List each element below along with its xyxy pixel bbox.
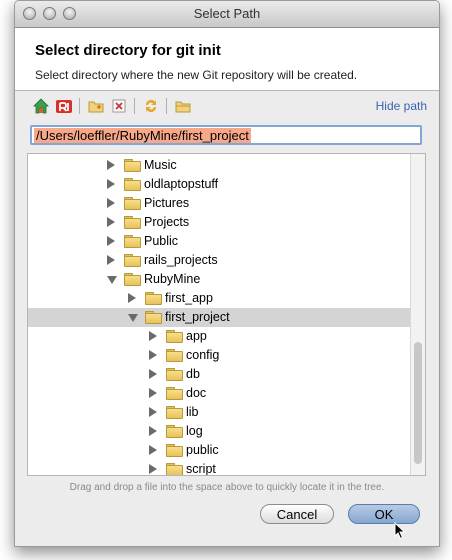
tree-row[interactable]: oldlaptopstuff [28, 175, 412, 194]
dialog-description: Select directory where the new Git repos… [35, 68, 358, 82]
expand-arrow-icon[interactable] [107, 179, 115, 189]
refresh-icon[interactable] [142, 97, 160, 115]
folder-icon [166, 444, 183, 457]
expand-arrow-icon[interactable] [107, 236, 115, 246]
tree-row-label: public [186, 443, 219, 457]
path-field[interactable]: /Users/loeffler/RubyMine/first_project [30, 125, 422, 145]
dialog-title: Select directory for git init [35, 42, 221, 59]
tree-row-label: lib [186, 405, 199, 419]
expand-arrow-icon[interactable] [107, 160, 115, 170]
expand-arrow-icon[interactable] [149, 388, 157, 398]
expand-arrow-icon[interactable] [149, 426, 157, 436]
expand-arrow-icon[interactable] [107, 198, 115, 208]
cancel-button[interactable]: Cancel [260, 504, 334, 524]
tree-row[interactable]: first_project [28, 308, 412, 327]
folder-icon [166, 349, 183, 362]
hide-path-link[interactable]: Hide path [376, 99, 427, 113]
tree-row[interactable]: lib [28, 403, 412, 422]
directory-tree[interactable]: script public log lib doc db config app first_pr… [27, 153, 426, 476]
expand-arrow-icon[interactable] [107, 217, 115, 227]
toolbar-separator [79, 98, 80, 114]
toolbar-separator [166, 98, 167, 114]
tree-row[interactable]: app [28, 327, 412, 346]
folder-icon [124, 216, 141, 229]
tree-row[interactable]: log [28, 422, 412, 441]
expand-arrow-icon[interactable] [128, 293, 136, 303]
tree-row[interactable]: Projects [28, 213, 412, 232]
tree-row-label: Public [144, 234, 179, 248]
tree-row-label: first_app [165, 291, 213, 305]
drag-drop-hint: Drag and drop a file into the space abov… [69, 482, 385, 493]
tree-row[interactable]: doc [28, 384, 412, 403]
expand-arrow-icon[interactable] [149, 407, 157, 417]
expand-arrow-icon[interactable] [149, 350, 157, 360]
folder-icon [124, 273, 141, 286]
toolbar: Hide path [15, 91, 439, 121]
new-folder-icon[interactable] [87, 97, 105, 115]
tree-row[interactable]: script [28, 460, 412, 476]
folder-icon [124, 178, 141, 191]
expand-arrow-icon[interactable] [149, 369, 157, 379]
dialog-header: Select directory for git init Select dir… [15, 28, 439, 91]
collapse-arrow-icon[interactable] [107, 276, 117, 284]
window-title: Select Path [193, 6, 261, 21]
tree-row[interactable]: rails_projects [28, 251, 412, 270]
tree-row-label: first_project [165, 310, 230, 324]
project-icon[interactable] [55, 97, 73, 115]
folder-icon [166, 406, 183, 419]
tree-row-label: RubyMine [144, 272, 201, 286]
ok-button[interactable]: OK [348, 504, 420, 524]
collapse-arrow-icon[interactable] [128, 314, 138, 322]
path-field-value[interactable]: /Users/loeffler/RubyMine/first_project [34, 128, 251, 143]
expand-arrow-icon[interactable] [107, 255, 115, 265]
tree-row-label: Music [144, 158, 177, 172]
expand-arrow-icon[interactable] [149, 445, 157, 455]
folder-icon [124, 235, 141, 248]
tree-row-label: log [186, 424, 203, 438]
folder-icon [166, 368, 183, 381]
tree-row[interactable]: db [28, 365, 412, 384]
folder-icon [166, 330, 183, 343]
tree-scrollbar-thumb[interactable] [414, 342, 422, 464]
mouse-pointer-icon [394, 522, 406, 540]
tree-row[interactable]: public [28, 441, 412, 460]
folder-icon [145, 311, 162, 324]
tree-row[interactable]: first_app [28, 289, 412, 308]
folder-icon [166, 387, 183, 400]
tree-row-label: Projects [144, 215, 190, 229]
toolbar-separator [134, 98, 135, 114]
show-hidden-icon[interactable] [174, 97, 192, 115]
folder-icon [166, 463, 183, 475]
folder-icon [124, 197, 141, 210]
expand-arrow-icon[interactable] [149, 464, 157, 474]
tree-row[interactable]: config [28, 346, 412, 365]
tree-row[interactable]: Pictures [28, 194, 412, 213]
select-path-dialog: Select Path Select directory for git ini… [14, 0, 440, 547]
folder-icon [124, 159, 141, 172]
tree-row-label: config [186, 348, 220, 362]
tree-row-label: rails_projects [144, 253, 218, 267]
tree-row-label: app [186, 329, 207, 343]
tree-row[interactable]: Music [28, 156, 412, 175]
tree-row-label: db [186, 367, 200, 381]
tree-row-label: Pictures [144, 196, 190, 210]
delete-icon[interactable] [110, 97, 128, 115]
tree-row-label: doc [186, 386, 207, 400]
tree-row[interactable]: Public [28, 232, 412, 251]
tree-row[interactable]: RubyMine [28, 270, 412, 289]
home-icon[interactable] [32, 97, 50, 115]
expand-arrow-icon[interactable] [149, 331, 157, 341]
folder-icon [145, 292, 162, 305]
folder-icon [124, 254, 141, 267]
title-bar: Select Path [15, 1, 439, 28]
tree-scrollbar[interactable] [410, 154, 425, 475]
tree-row-label: script [186, 462, 216, 476]
folder-icon [166, 425, 183, 438]
tree-row-label: oldlaptopstuff [144, 177, 219, 191]
